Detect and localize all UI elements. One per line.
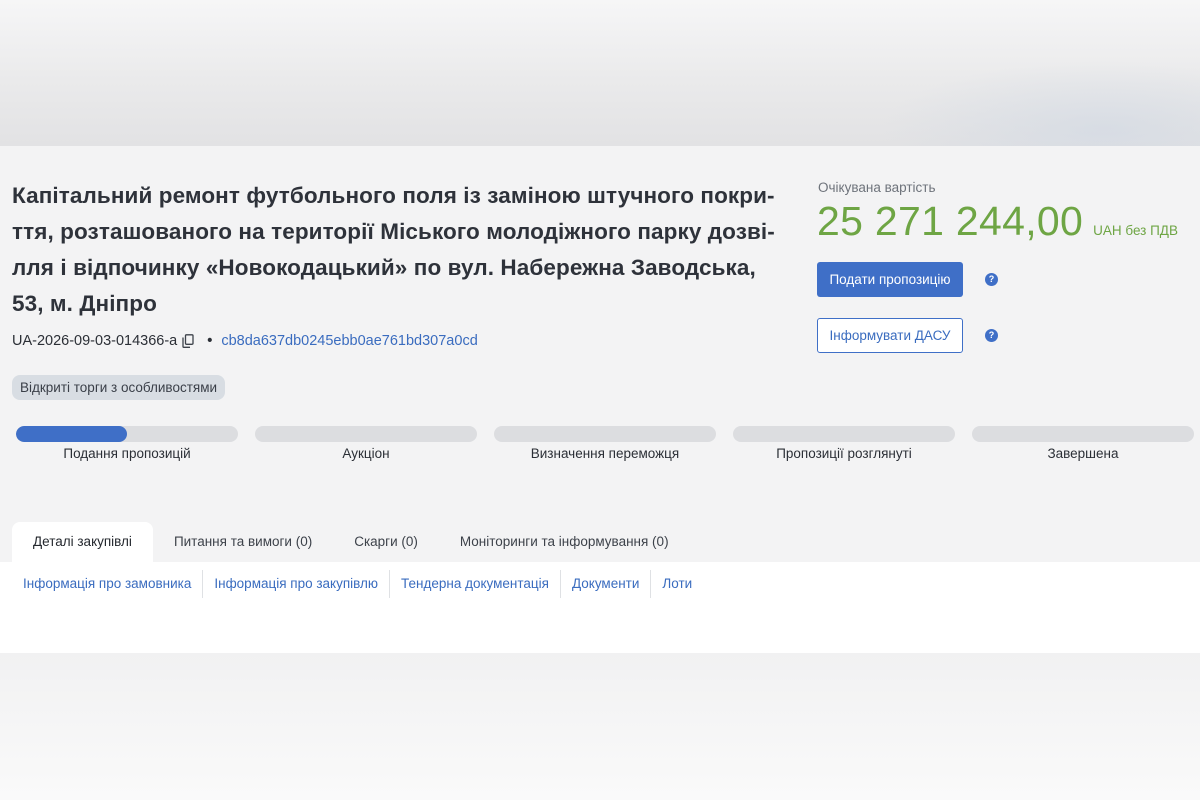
tab-questions[interactable]: Питання та вимоги (0)	[153, 522, 333, 562]
tender-title-line: ття, розташованого на території Міського…	[12, 219, 775, 244]
stage-label: Визначення переможця	[530, 446, 680, 461]
stage-label: Пропозиції розглянуті	[776, 446, 912, 461]
subnav-customer-info[interactable]: Інформація про замовника	[12, 570, 204, 598]
page-header-banner	[0, 0, 1200, 146]
tender-title-line: лля і відпочинку «Новокодацький» по вул.…	[12, 255, 756, 280]
subnav-documents[interactable]: Документи	[561, 570, 652, 598]
page-footer-area	[0, 653, 1200, 800]
stage-progress-track	[255, 426, 477, 442]
tender-id: UA-2026-09-03-014366-a	[12, 333, 178, 349]
copy-icon[interactable]	[182, 334, 194, 348]
separator-dot: •	[207, 333, 213, 349]
tender-identifiers: UA-2026-09-03-014366-a • cb8da637db0245e…	[12, 331, 478, 351]
tab-procurement-details[interactable]: Деталі закупівлі	[12, 522, 153, 562]
section-subnav: Інформація про замовника Інформація про …	[12, 570, 703, 598]
submit-proposal-button[interactable]: Подати пропозицію	[817, 262, 963, 297]
expected-value-label: Очікувана вартість	[818, 180, 936, 195]
stage-item: Подання пропозицій	[16, 426, 238, 461]
procurement-stages: Подання пропозицій Аукціон Визначення пе…	[0, 426, 1200, 466]
stage-item: Визначення переможця	[494, 426, 716, 461]
tender-title-line: Капітальний ремонт футбольного поля із з…	[12, 183, 775, 208]
expected-value: 25 271 244,00 UAH без ПДВ	[817, 198, 1178, 245]
inform-dasu-button[interactable]: Інформувати ДАСУ	[817, 318, 963, 353]
stage-progress-track	[972, 426, 1194, 442]
stage-label: Подання пропозицій	[63, 446, 191, 461]
subnav-procurement-info[interactable]: Інформація про закупівлю	[203, 570, 391, 598]
tender-title: Капітальний ремонт футбольного поля із з…	[12, 178, 802, 322]
stage-progress-fill	[16, 426, 127, 442]
tender-hash-link[interactable]: cb8da637db0245ebb0ae761bd307a0cd	[221, 333, 477, 349]
stage-item: Аукціон	[255, 426, 477, 461]
question-circle-icon[interactable]: ?	[985, 273, 998, 286]
stage-progress-track	[16, 426, 238, 442]
expected-value-amount: 25 271 244,00	[817, 198, 1084, 244]
stage-item: Завершена	[972, 426, 1194, 461]
stage-progress-track	[494, 426, 716, 442]
subnav-tender-docs[interactable]: Тендерна документація	[390, 570, 561, 598]
tab-monitoring[interactable]: Моніторинги та інформування (0)	[439, 522, 690, 562]
tab-complaints[interactable]: Скарги (0)	[333, 522, 439, 562]
question-circle-icon[interactable]: ?	[985, 329, 998, 342]
tender-tabs: Деталі закупівлі Питання та вимоги (0) С…	[12, 522, 690, 562]
tender-title-line: 53, м. Дніпро	[12, 291, 157, 316]
stage-label: Аукціон	[342, 446, 390, 461]
stage-progress-track	[733, 426, 955, 442]
stage-label: Завершена	[1047, 446, 1119, 461]
expected-value-currency: UAH без ПДВ	[1093, 223, 1178, 238]
stage-item: Пропозиції розглянуті	[733, 426, 955, 461]
procedure-type-badge: Відкриті торги з особливостями	[12, 375, 226, 400]
subnav-lots[interactable]: Лоти	[651, 570, 703, 598]
